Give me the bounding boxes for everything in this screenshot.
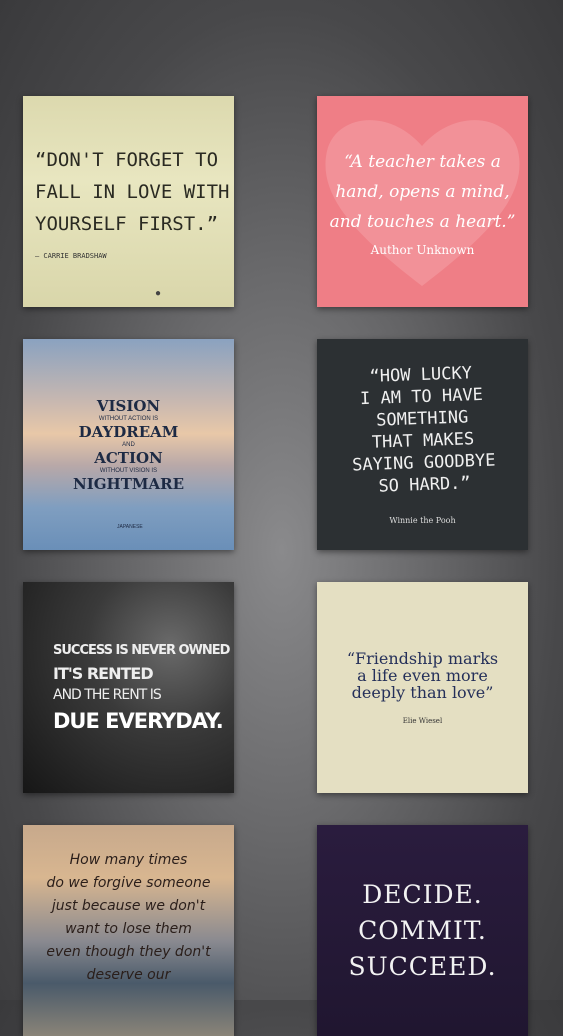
quote-line: FALL IN LOVE WITH <box>35 180 230 203</box>
quote-line: AND THE RENT IS <box>53 686 162 703</box>
quote-line: YOURSELF FIRST.” <box>35 212 219 235</box>
quote-author: Author Unknown <box>370 242 475 257</box>
quote-line: DAYDREAM <box>78 422 179 441</box>
quote-text: “Friendship marks a life even more deepl… <box>347 650 498 701</box>
quote-card-vision[interactable]: VISION WITHOUT ACTION IS DAYDREAM AND AC… <box>23 339 234 550</box>
decorative-mark: ● <box>155 288 162 299</box>
quote-text: How many times do we forgive someone jus… <box>46 849 210 987</box>
quote-line: “DON'T FORGET TO <box>35 148 219 171</box>
quote-line: “A teacher takes a <box>344 151 501 172</box>
quote-line: want to lose them <box>65 921 192 937</box>
quote-line: AND <box>122 441 135 448</box>
quote-line: and touches a heart.” <box>329 211 516 232</box>
quote-card-yourself-first[interactable]: “DON'T FORGET TO FALL IN LOVE WITH YOURS… <box>23 96 234 307</box>
quote-card-friendship[interactable]: “Friendship marks a life even more deepl… <box>317 582 528 793</box>
quote-line: IT'S RENTED <box>53 663 154 683</box>
quote-line: “Friendship marks <box>346 649 499 668</box>
quote-line: WITHOUT ACTION IS <box>98 415 159 422</box>
quote-text: “HOW LUCKY I AM TO HAVE SOMETHING THAT M… <box>349 362 497 499</box>
quote-line: ACTION <box>94 448 163 467</box>
quote-card-forgive[interactable]: How many times do we forgive someone jus… <box>23 825 234 1036</box>
quote-card-success[interactable]: SUCCESS IS NEVER OWNED IT'S RENTED AND T… <box>23 582 234 793</box>
quote-author: — CARRIE BRADSHAW <box>35 251 107 260</box>
quote-text: DECIDE. COMMIT. SUCCEED. <box>348 877 496 985</box>
quote-line: deeply than love” <box>351 683 494 702</box>
quote-author: Winnie the Pooh <box>389 516 456 525</box>
quote-line: just because we don't <box>51 898 206 914</box>
quote-text: “A teacher takes a hand, opens a mind, a… <box>330 147 516 237</box>
quote-text: “DON'T FORGET TO FALL IN LOVE WITH YOURS… <box>35 144 229 240</box>
quote-card-how-lucky[interactable]: “HOW LUCKY I AM TO HAVE SOMETHING THAT M… <box>317 339 528 550</box>
quote-line: SUCCEED. <box>348 951 497 981</box>
quote-line: COMMIT. <box>358 915 487 945</box>
quote-line: DECIDE. <box>362 879 483 909</box>
quote-line: a life even more <box>357 666 488 685</box>
quote-line: WITHOUT VISION IS <box>99 467 158 474</box>
quote-author: JAPANESE <box>117 524 143 530</box>
quote-line: How many times <box>69 852 188 868</box>
quote-line: even though they don't <box>46 944 211 960</box>
quote-line: deserve our <box>86 967 171 983</box>
quote-line: hand, opens a mind, <box>335 181 510 202</box>
quote-line: DUE EVERYDAY. <box>53 708 224 733</box>
quote-card-teacher[interactable]: “A teacher takes a hand, opens a mind, a… <box>317 96 528 307</box>
quote-line: SUCCESS IS NEVER OWNED <box>53 642 230 658</box>
quote-line: VISION <box>96 396 161 415</box>
quote-card-decide[interactable]: DECIDE. COMMIT. SUCCEED. <box>317 825 528 1036</box>
quote-line: NIGHTMARE <box>72 474 184 493</box>
quote-line: do we forgive someone <box>46 875 211 891</box>
quote-author: Elie Wiesel <box>402 717 443 725</box>
